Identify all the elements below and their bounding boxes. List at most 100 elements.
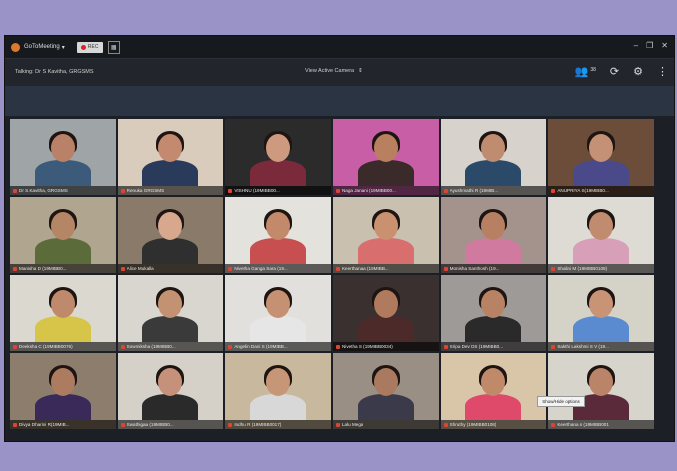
refresh-icon[interactable]: ⟳ xyxy=(610,65,619,78)
participant-tile[interactable]: VISHNU (19MIBB00... xyxy=(225,119,331,195)
participant-name: VISHNU (19MIBB00... xyxy=(234,188,280,193)
participant-name: Monisha Santhosh (19... xyxy=(449,266,500,271)
muted-mic-icon xyxy=(120,344,125,349)
participant-tile[interactable]: Deeksha C (19MIBB0076) xyxy=(10,275,116,351)
participant-tile[interactable]: Shruthy (19MIBB0108) xyxy=(440,353,547,429)
participant-name: Indhu R (19MIBB0017) xyxy=(234,422,282,427)
participant-name: Manisha D (19MIBB0... xyxy=(19,266,67,271)
minimize-icon[interactable]: – xyxy=(634,41,638,50)
participant-face xyxy=(373,134,398,163)
participant-tile[interactable]: Sowmiksha (19MIBB0... xyxy=(117,275,224,351)
muted-mic-icon xyxy=(120,188,125,193)
participant-tile[interactable]: Divya Dharini R(19MIB... xyxy=(10,353,116,429)
muted-mic-icon xyxy=(228,344,233,349)
participant-tile[interactable]: Sripa Dev DS (19MIBB0... xyxy=(440,275,547,351)
name-bar: Lalu Mega xyxy=(332,420,439,429)
muted-mic-icon xyxy=(335,188,340,193)
participant-body xyxy=(250,238,307,264)
participant-name: Shruthy (19MIBB0108) xyxy=(449,422,497,427)
participant-body xyxy=(142,316,199,342)
name-bar: Keerthanaa (19MIBB... xyxy=(332,264,439,273)
window-controls: – ❐ ✕ xyxy=(634,41,668,50)
participant-tile[interactable]: Shalini M (19MIBB0108) xyxy=(548,197,654,273)
name-bar: Keerthana s (19MIBB001 xyxy=(548,420,654,429)
record-icon xyxy=(80,44,86,50)
participant-tile[interactable]: Renuka GRGSMS xyxy=(117,119,224,195)
participant-body xyxy=(250,316,307,342)
restore-icon[interactable]: ❐ xyxy=(646,41,653,50)
participant-face xyxy=(50,368,75,397)
participant-tile[interactable]: Keerthana s (19MIBB001 xyxy=(548,353,654,429)
participant-tile[interactable]: Swathigaa (19MIBB0... xyxy=(117,353,224,429)
participant-tile[interactable]: Lalu Mega xyxy=(332,353,439,429)
participant-name: Swathigaa (19MIBB0... xyxy=(126,422,174,427)
record-button[interactable]: REC xyxy=(76,41,103,53)
name-bar: Alice Mukalla xyxy=(117,264,224,273)
muted-mic-icon xyxy=(228,188,233,193)
participant-body xyxy=(357,394,414,420)
muted-mic-icon xyxy=(551,188,556,193)
muted-mic-icon xyxy=(13,344,17,349)
muted-mic-icon xyxy=(335,344,340,349)
participant-name: Sakthi Lakshmi S V (19... xyxy=(557,344,609,349)
participant-tile[interactable]: Angelin Dani S (19MIBB... xyxy=(225,275,331,351)
participant-face xyxy=(50,134,75,163)
participant-body xyxy=(573,238,630,264)
more-icon[interactable]: ⋮ xyxy=(657,65,668,78)
muted-mic-icon xyxy=(13,266,17,271)
chevron-down-icon[interactable]: ▾ xyxy=(62,44,65,51)
view-mode-label: View Active Camera xyxy=(305,68,355,74)
people-icon[interactable]: 👥 xyxy=(575,65,589,78)
gear-icon[interactable]: ⚙ xyxy=(633,65,643,78)
muted-mic-icon xyxy=(335,266,340,271)
participant-tile[interactable]: Nivetha S (19MIBB0034) xyxy=(332,275,439,351)
view-mode-selector[interactable]: View Active Camera ⇕ xyxy=(305,68,363,74)
name-bar: Swathigaa (19MIBB0... xyxy=(117,420,224,429)
layout-toggle-button[interactable]: ▦ xyxy=(107,40,120,54)
name-bar: Deeksha C (19MIBB0076) xyxy=(10,342,116,351)
name-bar: Sakthi Lakshmi S V (19... xyxy=(548,342,654,351)
muted-mic-icon xyxy=(443,344,448,349)
participant-tile[interactable]: Monisha Santhosh (19... xyxy=(440,197,547,273)
participant-name: Alice Mukalla xyxy=(126,266,154,271)
participant-name: Sowmiksha (19MIBB0... xyxy=(126,344,176,349)
name-bar: Monisha Santhosh (19... xyxy=(440,264,547,273)
participant-tile[interactable]: Naga Janani (19MIBB00... xyxy=(332,119,439,195)
name-bar: Renuka GRGSMS xyxy=(117,186,224,195)
participant-tile[interactable]: Manisha D (19MIBB0... xyxy=(10,197,116,273)
name-bar: Ayushmathi R (19MIB... xyxy=(440,186,547,195)
name-bar: Manisha D (19MIBB0... xyxy=(10,264,116,273)
participant-tile[interactable]: Keerthanaa (19MIBB... xyxy=(332,197,439,273)
muted-mic-icon xyxy=(228,266,233,271)
participant-name: Renuka GRGSMS xyxy=(126,188,165,193)
app-logo-icon xyxy=(11,42,20,52)
participant-name: Lalu Mega xyxy=(341,422,364,427)
participant-tile[interactable]: Dr S.Kavitha, GRGSMS xyxy=(10,119,116,195)
name-bar: Indhu R (19MIBB0017) xyxy=(225,420,331,429)
participant-tile[interactable]: Nivetha Ganga Sara (19... xyxy=(225,197,331,273)
close-icon[interactable]: ✕ xyxy=(661,41,668,50)
gallery-header-strip xyxy=(5,86,674,116)
participant-tile[interactable]: Sakthi Lakshmi S V (19... xyxy=(548,275,654,351)
participant-name: Angelin Dani S (19MIBB... xyxy=(234,344,288,349)
meeting-toolbar: Talking: Dr S Kavitha, GRGSMS View Activ… xyxy=(5,58,674,87)
participant-tile[interactable]: Indhu R (19MIBB0017) xyxy=(225,353,331,429)
muted-mic-icon xyxy=(551,266,556,271)
participant-body xyxy=(142,238,199,264)
participant-tile[interactable]: Ayushmathi R (19MIB... xyxy=(440,119,547,195)
participant-name: Dr S.Kavitha, GRGSMS xyxy=(19,188,68,193)
participant-body xyxy=(573,160,630,186)
participant-name: Sripa Dev DS (19MIBB0... xyxy=(449,344,504,349)
title-bar: GoToMeeting ▾ REC ▦ – ❐ ✕ xyxy=(5,36,674,58)
participant-name: Keerthana s (19MIBB001 xyxy=(557,422,609,427)
muted-mic-icon xyxy=(120,422,125,427)
participant-tile[interactable]: Alice Mukalla xyxy=(117,197,224,273)
participant-body xyxy=(142,394,199,420)
app-name: GoToMeeting xyxy=(24,44,60,50)
record-label: REC xyxy=(87,44,99,50)
name-bar: Sripa Dev DS (19MIBB0... xyxy=(440,342,547,351)
participant-face xyxy=(373,368,398,397)
participant-body xyxy=(34,160,91,186)
participant-tile[interactable]: ANUPRIYA S(19MIBB0... xyxy=(548,119,654,195)
muted-mic-icon xyxy=(13,422,17,427)
